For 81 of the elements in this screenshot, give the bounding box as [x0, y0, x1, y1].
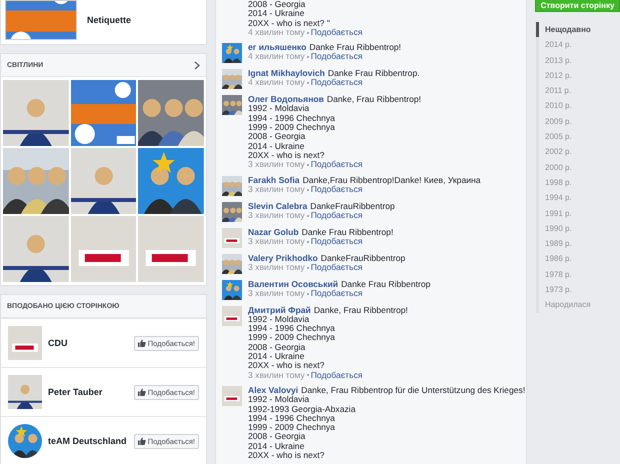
comment-text: Danke Frau Ribbentrop — [341, 280, 430, 289]
page-name[interactable]: CDU — [48, 338, 128, 348]
comment-text: 20XX - who is next? — [248, 451, 326, 460]
comment-text: 1992 - Moldavia — [248, 104, 310, 114]
separator-dot-icon — [306, 164, 309, 166]
comment-author[interactable]: ег ильяшенко — [248, 43, 306, 52]
comment-text: 20XX - who is next? " — [248, 18, 331, 28]
comment-text: Danke, Frau Ribbentrop! — [314, 306, 408, 315]
comment-text: Danke Frau Ribbentrop. — [328, 69, 420, 78]
comment-text: 2014 - Ukraine — [248, 442, 304, 452]
comment-text: 2008 - Georgia — [248, 132, 306, 142]
comment-author[interactable]: Ignat Mikhaylovich — [248, 69, 325, 78]
comment-time: 3 хвилин тому — [248, 262, 305, 272]
comment-text: 1994 - 1996 Chechnya — [248, 414, 335, 424]
separator-dot-icon — [306, 292, 309, 294]
thumbs-up-icon — [138, 437, 146, 445]
comment-author[interactable]: Nazar Golub — [248, 228, 299, 237]
comment-text: 2008 - Georgia — [248, 432, 306, 442]
comment-time: 3 хвилин тому — [248, 184, 305, 194]
separator-dot-icon — [306, 214, 309, 216]
separator-dot-icon — [306, 188, 309, 190]
comment-author[interactable]: Дмитрий Фрай — [248, 306, 311, 315]
comment-text: 2014 - Ukraine — [248, 142, 304, 151]
chevron-right-icon[interactable] — [194, 60, 200, 70]
comment-author[interactable]: Slevin Calebra — [248, 202, 308, 211]
like-link[interactable]: Подобається — [310, 52, 363, 62]
like-link[interactable]: Подобається — [310, 210, 363, 220]
comment-time: 3 хвилин тому — [248, 210, 305, 220]
comment-time: 3 хвилин тому — [248, 236, 305, 246]
like-link[interactable]: Подобається — [310, 262, 363, 272]
comment-text: 1992 - Moldavia — [248, 314, 310, 324]
thumbs-up-icon — [138, 388, 146, 396]
comment-text: Danke Frau Ribbentrop! — [302, 228, 394, 237]
comment-text: 2008 - Georgia — [248, 342, 306, 352]
timeline-item[interactable]: Нещодавно — [536, 22, 620, 38]
page-title[interactable]: Netiquette — [87, 15, 132, 25]
comment-time: 3 хвилин тому — [248, 370, 305, 380]
thumbs-up-icon — [138, 339, 146, 347]
separator-dot-icon — [306, 32, 309, 34]
comment-time: 4 хвилин тому — [248, 52, 305, 62]
comment-text: Danke, Frau Ribbentrop! — [326, 95, 422, 104]
comment-text: 1999 - 2009 Chechnya — [248, 423, 336, 432]
like-link[interactable]: Подобається — [310, 288, 363, 298]
separator-dot-icon — [306, 56, 309, 58]
comment-text: 2014 - Ukraine — [248, 352, 304, 362]
comment-text: Danke, Frau Ribbentrop für die Unterstützung des Krieges! — [301, 386, 526, 396]
comment-time: 4 хвилин тому — [248, 28, 305, 38]
comment-author[interactable]: Валентин Осовський — [248, 280, 338, 289]
separator-dot-icon — [306, 240, 309, 242]
comment-text: 1992-1993 Georgia-Abxazia — [248, 404, 356, 414]
comment-author[interactable]: Valery Prikhodko — [248, 254, 318, 263]
page-name[interactable]: teAM Deutschland — [48, 436, 128, 446]
like-link[interactable]: Подобається — [310, 370, 363, 380]
page-name[interactable]: Peter Tauber — [48, 387, 128, 397]
comment-time: 4 хвилин тому — [248, 78, 305, 88]
comment-text: 2008 - Georgia — [248, 0, 306, 10]
comment-text: 1999 - 2009 Chechnya — [248, 123, 336, 132]
like-link[interactable]: Подобається — [310, 236, 363, 246]
comment-text: 20XX - who is next? — [248, 361, 326, 371]
comment-text: DankeFrauRibbentrop — [310, 202, 395, 211]
like-link[interactable]: Подобається — [310, 28, 363, 38]
like-link[interactable]: Подобається — [310, 184, 363, 194]
separator-dot-icon — [306, 374, 309, 376]
comment-text: 1994 - 1996 Chechnya — [248, 324, 336, 334]
comment-time: 3 хвилин тому — [248, 288, 305, 298]
comment-text: 1999 - 2009 Chechnya — [248, 333, 336, 343]
comment-text: DankeFrauRibbentrop — [320, 254, 406, 263]
comment-text: Danke,Frau Ribbentrop!Danke! Киев, Украина — [302, 176, 481, 185]
comment-author[interactable]: Alex Valovyi — [248, 386, 298, 396]
comment-text: 2014 - Ukraine — [248, 9, 304, 19]
comment-author[interactable]: Farakh Sofia — [248, 176, 300, 185]
comment-text: 1994 - 1996 Chechnya — [248, 114, 336, 124]
comment-time: 3 хвилин тому — [248, 160, 305, 170]
like-link[interactable]: Подобається — [310, 78, 363, 88]
comment-author[interactable]: Олег Водопьянов — [248, 95, 324, 104]
separator-dot-icon — [306, 266, 309, 268]
comment-text: 1992 - Moldavia — [248, 395, 310, 405]
separator-dot-icon — [306, 82, 309, 84]
comment-text: 20XX - who is next? — [248, 150, 326, 160]
like-link[interactable]: Подобається — [310, 160, 363, 170]
comment-text: Danke Frau Ribbentrop! — [309, 43, 402, 52]
